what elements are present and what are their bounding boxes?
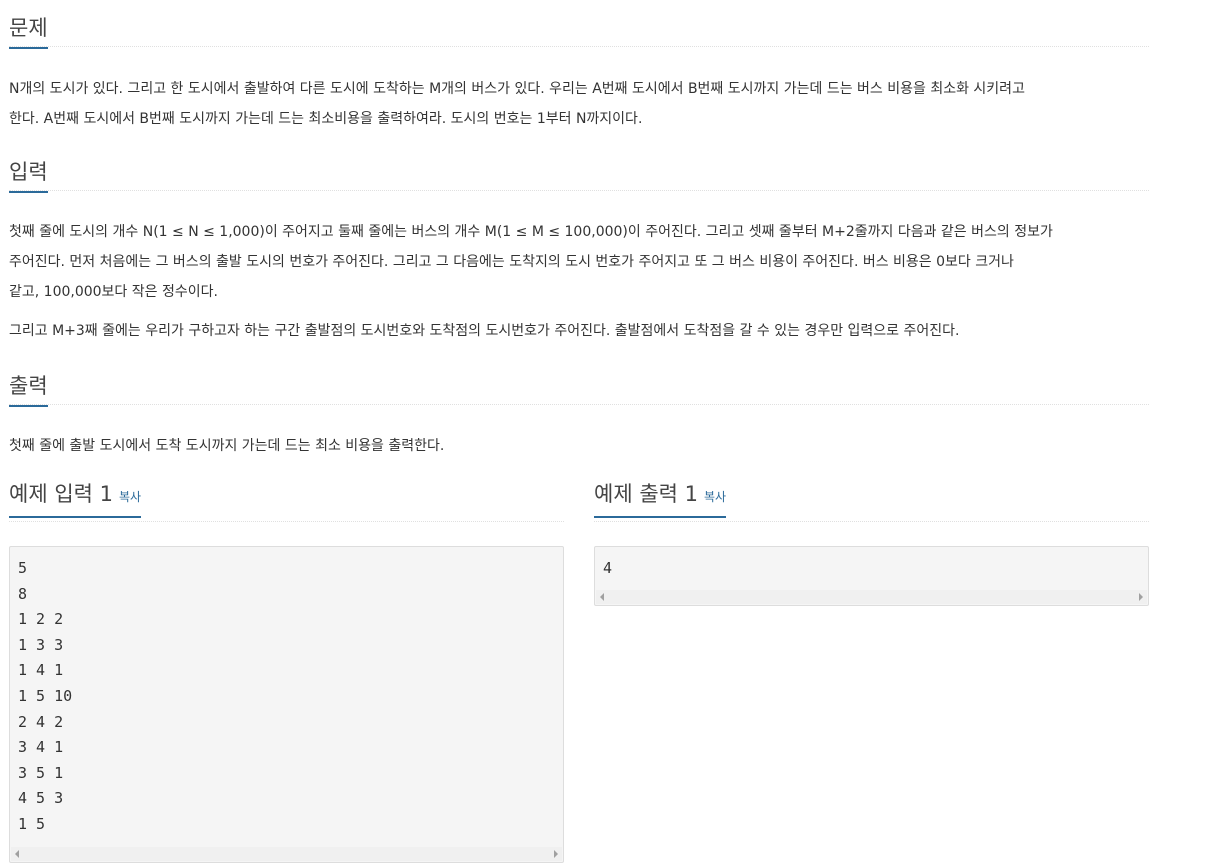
- problem-line: N개의 도시가 있다. 그리고 한 도시에서 출발하여 다른 도시에 도착하는 …: [9, 81, 1025, 97]
- sample-input-line: 5: [18, 559, 28, 577]
- sample-output-title: 예제 출력 1 복사: [594, 481, 727, 518]
- sample-input-title-text: 예제 입력 1: [9, 482, 113, 506]
- input-headline: 입력: [9, 150, 1149, 193]
- copy-sample-input-button[interactable]: 복사: [119, 490, 141, 504]
- sample-input-line: 1 3 3: [18, 635, 64, 654]
- sample-input-line: 8: [18, 584, 28, 603]
- sample-output-headline: 예제 출력 1 복사: [594, 481, 1149, 522]
- problem-description: N개의 도시가 있다. 그리고 한 도시에서 출발하여 다른 도시에 도착하는 …: [9, 74, 1149, 134]
- scroll-left-arrow-icon[interactable]: [15, 850, 19, 858]
- input-line: 같고, 100,000보다 작은 정수이다.: [9, 284, 218, 300]
- problem-line: 한다. A번째 도시에서 B번째 도시까지 가는데 드는 최소비용을 출력하여라…: [9, 111, 643, 127]
- output-title: 출력: [9, 374, 48, 407]
- input-line: 첫째 줄에 도시의 개수 N(1 ≤ N ≤ 1,000)이 주어지고 둘째 줄…: [9, 224, 1053, 240]
- sample-input-line: 1 2 2: [18, 610, 64, 629]
- output-headline: 출력: [9, 364, 1149, 407]
- input-line: 그리고 M+3째 줄에는 우리가 구하고자 하는 구간 출발점의 도시번호와 도…: [9, 323, 960, 339]
- scroll-right-arrow-icon[interactable]: [554, 850, 558, 858]
- output-description: 첫째 줄에 출발 도시에서 도착 도시까지 가는데 드는 최소 비용을 출력한다…: [9, 431, 1149, 461]
- sample-input-line: 2 4 2: [18, 712, 64, 731]
- input-section: 입력 첫째 줄에 도시의 개수 N(1 ≤ N ≤ 1,000)이 주어지고 둘…: [9, 150, 1149, 346]
- sample-input-title: 예제 입력 1 복사: [9, 481, 142, 518]
- output-section: 출력 첫째 줄에 출발 도시에서 도착 도시까지 가는데 드는 최소 비용을 출…: [9, 364, 1149, 461]
- sample-input-box[interactable]: 5 8 1 2 2 1 3 3 1 4 1 1 5 10 2 4 2 3 4 1…: [9, 546, 564, 863]
- input-title: 입력: [9, 160, 48, 193]
- sample-input-scrollbar[interactable]: [11, 847, 562, 861]
- sample-input-line: 4 5 3: [18, 789, 64, 808]
- scroll-left-arrow-icon[interactable]: [600, 593, 604, 601]
- problem-title: 문제: [9, 16, 48, 49]
- sample-output-box[interactable]: 4: [594, 546, 1149, 606]
- input-line: 주어진다. 먼저 처음에는 그 버스의 출발 도시의 번호가 주어진다. 그리고…: [9, 254, 1014, 270]
- sample-input-line: 3 5 1: [18, 763, 64, 782]
- problem-page: 문제 N개의 도시가 있다. 그리고 한 도시에서 출발하여 다른 도시에 도착…: [0, 0, 1210, 865]
- sample-output-lines: 4: [603, 556, 612, 582]
- problem-headline: 문제: [9, 6, 1149, 49]
- sample-input-line: 3 4 1: [18, 738, 64, 757]
- sample-input-line: 1 5: [18, 814, 46, 833]
- sample-output-scrollbar[interactable]: [596, 590, 1147, 604]
- input-description: 첫째 줄에 도시의 개수 N(1 ≤ N ≤ 1,000)이 주어지고 둘째 줄…: [9, 217, 1149, 346]
- sample-input-line: 1 4 1: [18, 661, 64, 680]
- sample-input-line: 1 5 10: [18, 686, 73, 705]
- copy-sample-output-button[interactable]: 복사: [704, 490, 726, 504]
- problem-section: 문제 N개의 도시가 있다. 그리고 한 도시에서 출발하여 다른 도시에 도착…: [9, 6, 1149, 134]
- sample-output-line: 4: [603, 559, 613, 577]
- scroll-right-arrow-icon[interactable]: [1139, 593, 1143, 601]
- sample-output-title-text: 예제 출력 1: [594, 482, 698, 506]
- output-line: 첫째 줄에 출발 도시에서 도착 도시까지 가는데 드는 최소 비용을 출력한다…: [9, 438, 445, 454]
- sample-input-lines: 5 8 1 2 2 1 3 3 1 4 1 1 5 10 2 4 2 3 4 1…: [18, 556, 72, 838]
- sample-input-headline: 예제 입력 1 복사: [9, 481, 564, 522]
